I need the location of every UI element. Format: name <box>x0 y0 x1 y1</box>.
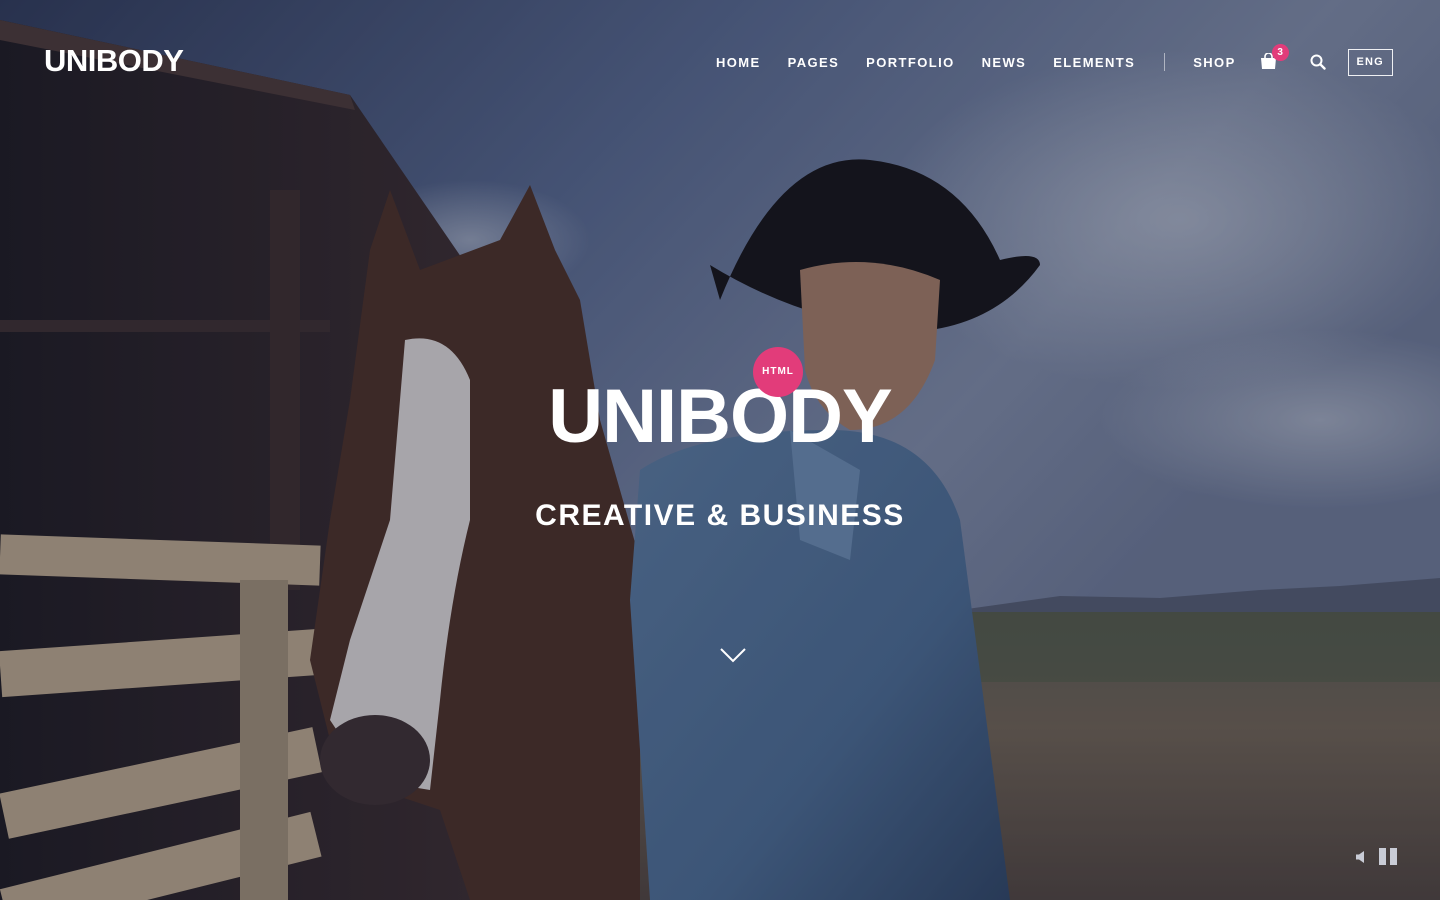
search-icon <box>1310 54 1326 70</box>
pause-icon <box>1379 848 1397 865</box>
scroll-down-button[interactable] <box>719 645 747 665</box>
nav-pages[interactable]: PAGES <box>788 55 840 70</box>
main-nav: HOME PAGES PORTFOLIO NEWS ELEMENTS SHOP … <box>716 44 1393 76</box>
nav-portfolio[interactable]: PORTFOLIO <box>866 55 954 70</box>
html-badge: HTML <box>753 347 803 397</box>
hero-title: UNIBODY <box>548 374 892 459</box>
cart-button[interactable]: 3 <box>1260 44 1289 73</box>
cart-count-badge: 3 <box>1271 44 1289 61</box>
nav-divider <box>1164 53 1166 71</box>
search-button[interactable] <box>1308 52 1328 72</box>
nav-shop[interactable]: SHOP <box>1193 55 1235 70</box>
volume-icon <box>1356 850 1364 863</box>
language-selector[interactable]: ENG <box>1347 48 1393 76</box>
chevron-down-icon <box>720 648 746 663</box>
pause-button[interactable] <box>1379 848 1397 865</box>
nav-elements[interactable]: ELEMENTS <box>1053 55 1135 70</box>
hero-section: UNIBODY HOME PAGES PORTFOLIO NEWS ELEMEN… <box>0 0 1440 900</box>
nav-news[interactable]: NEWS <box>982 55 1027 70</box>
mute-button[interactable] <box>1355 850 1367 864</box>
site-logo[interactable]: UNIBODY <box>44 44 184 78</box>
nav-home[interactable]: HOME <box>716 55 761 70</box>
hero-subtitle: CREATIVE & BUSINESS <box>535 499 905 532</box>
video-controls <box>1355 848 1397 865</box>
